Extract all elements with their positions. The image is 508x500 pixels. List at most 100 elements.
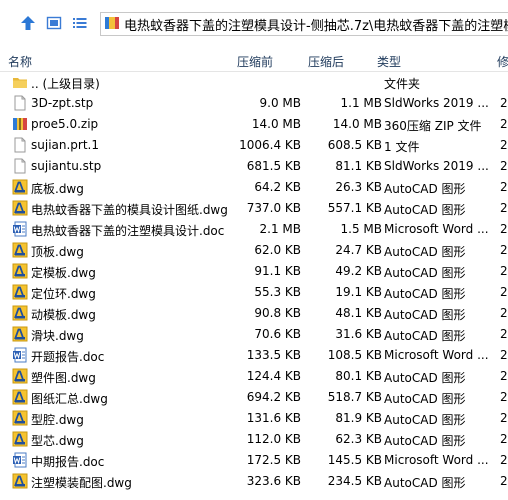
packed-size: 14.0 MB bbox=[332, 117, 382, 131]
modified-date: 2 bbox=[500, 411, 508, 425]
column-size[interactable]: 压缩前 bbox=[237, 53, 273, 70]
file-type: AutoCAD 图形 bbox=[384, 308, 466, 322]
file-row[interactable]: 中期报告.doc 172.5 KB 145.5 KB Microsoft Word .… bbox=[0, 450, 508, 471]
file-row[interactable]: 塑件图.dwg 124.4 KB 80.1 KB AutoCAD 图形 2 bbox=[0, 366, 508, 387]
modified-date: 2 bbox=[500, 474, 508, 488]
doc-icon bbox=[12, 347, 28, 364]
modified-date: 2 bbox=[500, 369, 508, 383]
file-row[interactable]: proe5.0.zip 14.0 MB 14.0 MB 360压缩 ZIP 文件 2 bbox=[0, 114, 508, 135]
packed-size: 108.5 KB bbox=[327, 348, 382, 362]
packed-size: 31.6 KB bbox=[335, 327, 382, 341]
modified-date: 2 bbox=[500, 432, 508, 446]
modified-date: 2 bbox=[500, 96, 508, 110]
column-name[interactable]: 名称 bbox=[8, 53, 32, 70]
file-name: 注塑模装配图.dwg bbox=[31, 476, 132, 490]
file-name: 电热蚊香器下盖的注塑模具设计.doc bbox=[31, 224, 225, 238]
up-arrow-icon[interactable] bbox=[18, 13, 38, 33]
list-view-icon[interactable] bbox=[70, 13, 90, 33]
modified-date: 2 bbox=[500, 180, 508, 194]
modified-date: 2 bbox=[500, 222, 508, 236]
file-size: 14.0 MB bbox=[251, 117, 301, 131]
file-type: Microsoft Word ... bbox=[384, 348, 489, 362]
file-size: 64.2 KB bbox=[254, 180, 301, 194]
file-type: AutoCAD 图形 bbox=[384, 392, 466, 406]
file-row[interactable]: 电热蚊香器下盖的注塑模具设计.doc 2.1 MB 1.5 MB Microsoft … bbox=[0, 219, 508, 240]
file-name: 电热蚊香器下盖的模具设计图纸.dwg bbox=[31, 203, 228, 217]
toolbar: 电热蚊香器下盖的注塑模具设计-侧抽芯.7z\电热蚊香器下盖的注塑模具设计-侧抽芯 bbox=[0, 0, 508, 46]
file-row[interactable]: .. (上级目录) 文件夹 bbox=[0, 72, 508, 93]
doc-icon bbox=[12, 221, 28, 238]
file-row[interactable]: 型腔.dwg 131.6 KB 81.9 KB AutoCAD 图形 2 bbox=[0, 408, 508, 429]
file-name: .. (上级目录) bbox=[31, 77, 100, 91]
file-type: Microsoft Word ... bbox=[384, 453, 489, 467]
packed-size: 608.5 KB bbox=[327, 138, 382, 152]
file-size: 737.0 KB bbox=[246, 201, 301, 215]
file-type: AutoCAD 图形 bbox=[384, 182, 466, 196]
file-type: SldWorks 2019 ... bbox=[384, 159, 489, 173]
file-type: AutoCAD 图形 bbox=[384, 266, 466, 280]
file-row[interactable]: sujiantu.stp 681.5 KB 81.1 KB SldWorks 2019… bbox=[0, 156, 508, 177]
file-icon bbox=[12, 158, 28, 175]
file-row[interactable]: 型芯.dwg 112.0 KB 62.3 KB AutoCAD 图形 2 bbox=[0, 429, 508, 450]
modified-date: 2 bbox=[500, 327, 508, 341]
file-row[interactable]: 定模板.dwg 91.1 KB 49.2 KB AutoCAD 图形 2 bbox=[0, 261, 508, 282]
packed-size: 81.9 KB bbox=[335, 411, 382, 425]
file-row[interactable]: 开题报告.doc 133.5 KB 108.5 KB Microsoft Word .… bbox=[0, 345, 508, 366]
file-type: 文件夹 bbox=[384, 77, 421, 91]
file-name: 型腔.dwg bbox=[31, 413, 84, 427]
file-row[interactable]: 图纸汇总.dwg 694.2 KB 518.7 KB AutoCAD 图形 2 bbox=[0, 387, 508, 408]
packed-size: 1.5 MB bbox=[340, 222, 382, 236]
file-name: 3D-zpt.stp bbox=[31, 96, 94, 110]
column-packed[interactable]: 压缩后 bbox=[308, 53, 344, 70]
dwg-icon bbox=[12, 410, 28, 427]
dwg-icon bbox=[12, 368, 28, 385]
file-name: 滑块.dwg bbox=[31, 329, 84, 343]
file-size: 323.6 KB bbox=[246, 474, 301, 488]
file-row[interactable]: 动模板.dwg 90.8 KB 48.1 KB AutoCAD 图形 2 bbox=[0, 303, 508, 324]
file-row[interactable]: 滑块.dwg 70.6 KB 31.6 KB AutoCAD 图形 2 bbox=[0, 324, 508, 345]
file-size: 62.0 KB bbox=[254, 243, 301, 257]
column-type[interactable]: 类型 bbox=[377, 53, 401, 70]
file-name: 开题报告.doc bbox=[31, 350, 105, 364]
address-bar[interactable]: 电热蚊香器下盖的注塑模具设计-侧抽芯.7z\电热蚊香器下盖的注塑模具设计-侧抽芯 bbox=[100, 12, 508, 36]
packed-size: 518.7 KB bbox=[327, 390, 382, 404]
file-row[interactable]: 定位环.dwg 55.3 KB 19.1 KB AutoCAD 图形 2 bbox=[0, 282, 508, 303]
modified-date: 2 bbox=[500, 243, 508, 257]
file-size: 55.3 KB bbox=[254, 285, 301, 299]
modified-date: 2 bbox=[500, 306, 508, 320]
file-size: 9.0 MB bbox=[259, 96, 301, 110]
zip-icon bbox=[12, 116, 28, 133]
dwg-icon bbox=[12, 284, 28, 301]
file-size: 91.1 KB bbox=[254, 264, 301, 278]
file-list: .. (上级目录) 文件夹 3D-zpt.stp 9.0 MB 1.1 MB SldWor… bbox=[0, 72, 508, 492]
file-name: 底板.dwg bbox=[31, 182, 84, 196]
file-size: 70.6 KB bbox=[254, 327, 301, 341]
file-row[interactable]: 3D-zpt.stp 9.0 MB 1.1 MB SldWorks 2019 ... 2 bbox=[0, 93, 508, 114]
column-modified[interactable]: 修 bbox=[497, 53, 508, 70]
file-type: Microsoft Word ... bbox=[384, 222, 489, 236]
file-type: AutoCAD 图形 bbox=[384, 245, 466, 259]
packed-size: 19.1 KB bbox=[335, 285, 382, 299]
folder-up-icon bbox=[12, 74, 28, 91]
file-name: proe5.0.zip bbox=[31, 117, 99, 131]
thumbnail-view-icon[interactable] bbox=[44, 13, 64, 33]
modified-date: 2 bbox=[500, 285, 508, 299]
file-name: 型芯.dwg bbox=[31, 434, 84, 448]
modified-date: 2 bbox=[500, 453, 508, 467]
file-row[interactable]: sujian.prt.1 1006.4 KB 608.5 KB 1 文件 2 bbox=[0, 135, 508, 156]
file-type: AutoCAD 图形 bbox=[384, 287, 466, 301]
file-name: 图纸汇总.dwg bbox=[31, 392, 108, 406]
file-name: sujiantu.stp bbox=[31, 159, 102, 173]
file-row[interactable]: 注塑模装配图.dwg 323.6 KB 234.5 KB AutoCAD 图形 2 bbox=[0, 471, 508, 492]
file-row[interactable]: 电热蚊香器下盖的模具设计图纸.dwg 737.0 KB 557.1 KB AutoCA… bbox=[0, 198, 508, 219]
modified-date: 2 bbox=[500, 138, 508, 152]
file-row[interactable]: 底板.dwg 64.2 KB 26.3 KB AutoCAD 图形 2 bbox=[0, 177, 508, 198]
file-type: AutoCAD 图形 bbox=[384, 203, 466, 217]
archive-icon bbox=[104, 15, 120, 34]
column-header: 名称 压缩前 压缩后 类型 修 bbox=[0, 48, 508, 72]
dwg-icon bbox=[12, 179, 28, 196]
dwg-icon bbox=[12, 431, 28, 448]
file-row[interactable]: 顶板.dwg 62.0 KB 24.7 KB AutoCAD 图形 2 bbox=[0, 240, 508, 261]
packed-size: 234.5 KB bbox=[327, 474, 382, 488]
packed-size: 81.1 KB bbox=[335, 159, 382, 173]
